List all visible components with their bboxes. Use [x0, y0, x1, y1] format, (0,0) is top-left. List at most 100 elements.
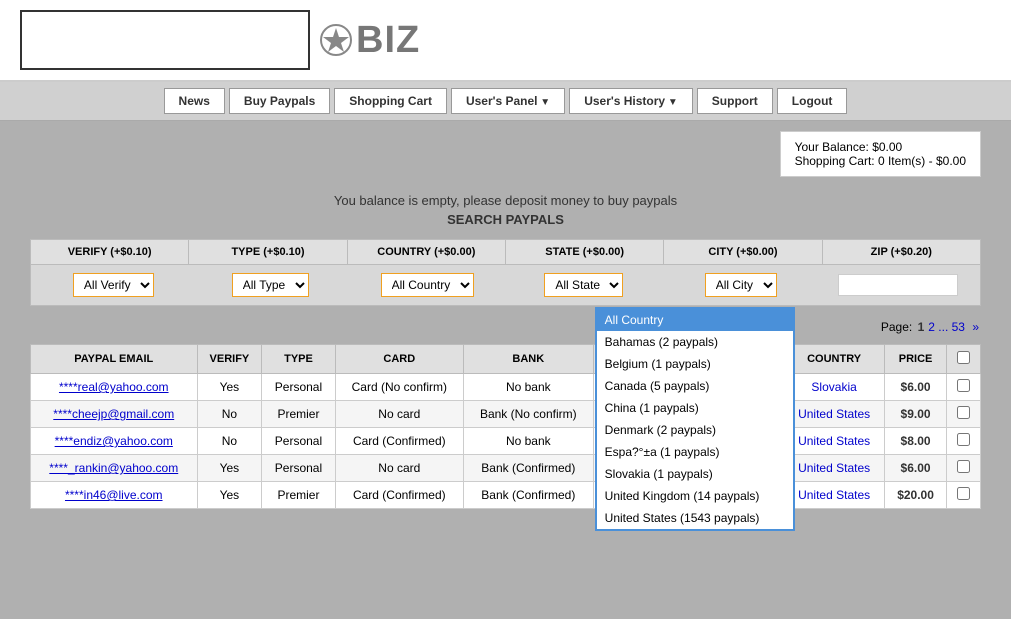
cell-country: Slovakia [783, 374, 885, 401]
results-table-section: PAYPAL EMAIL VERIFY TYPE CARD BANK BALAN… [30, 344, 981, 509]
email-link[interactable]: ****endiz@yahoo.com [55, 434, 173, 448]
city-filter-cell: All City [662, 271, 819, 299]
cell-email: ****endiz@yahoo.com [31, 428, 198, 455]
search-title: SEARCH PAYPALS [0, 212, 1011, 227]
nav-support[interactable]: Support [697, 88, 773, 114]
cell-price: $6.00 [885, 374, 946, 401]
type-select[interactable]: All Type [232, 273, 309, 297]
cell-bank: No bank [463, 374, 593, 401]
logo-search-box [20, 10, 310, 70]
nav-users-history[interactable]: User's History [569, 88, 693, 114]
city-select[interactable]: All City [705, 273, 777, 297]
balance-box: Your Balance: $0.00 Shopping Cart: 0 Ite… [780, 131, 981, 177]
table-row: ****real@yahoo.com Yes Personal Card (No… [31, 374, 981, 401]
select-all-checkbox[interactable] [957, 351, 970, 364]
nav-buy-paypals[interactable]: Buy Paypals [229, 88, 330, 114]
table-row: ****endiz@yahoo.com No Personal Card (Co… [31, 428, 981, 455]
row-checkbox[interactable] [957, 379, 970, 392]
country-filter-cell: All Country All Country Bahamas (2 paypa… [349, 271, 506, 299]
filter-header-type: TYPE (+$0.10) [189, 240, 347, 265]
dd-canada[interactable]: Canada (5 paypals) [597, 375, 793, 397]
dd-espana[interactable]: Espa?°±a (1 paypals) [597, 441, 793, 463]
country-link[interactable]: Slovakia [811, 380, 856, 394]
row-checkbox[interactable] [957, 487, 970, 500]
cell-card: No card [335, 455, 463, 482]
cell-bank: Bank (Confirmed) [463, 482, 593, 509]
cell-country: United States [783, 428, 885, 455]
nav-logout[interactable]: Logout [777, 88, 848, 114]
pagination: Page: 1 2 ... 53 » [0, 316, 1011, 338]
th-email: PAYPAL EMAIL [31, 345, 198, 374]
cell-price: $20.00 [885, 482, 946, 509]
dd-china[interactable]: China (1 paypals) [597, 397, 793, 419]
cell-email: ****real@yahoo.com [31, 374, 198, 401]
country-link[interactable]: United States [798, 488, 870, 502]
row-checkbox[interactable] [957, 433, 970, 446]
dd-all-country[interactable]: All Country [597, 309, 793, 331]
th-price: PRICE [885, 345, 946, 374]
verify-select[interactable]: All Verify [73, 273, 154, 297]
site-logo: BIZ [320, 19, 420, 62]
info-bar: You balance is empty, please deposit mon… [0, 187, 1011, 229]
cell-type: Premier [262, 482, 335, 509]
dd-us[interactable]: United States (1543 paypals) [597, 507, 793, 529]
email-link[interactable]: ****_rankin@yahoo.com [49, 461, 178, 475]
cell-price: $8.00 [885, 428, 946, 455]
row-checkbox[interactable] [957, 406, 970, 419]
dd-slovakia[interactable]: Slovakia (1 paypals) [597, 463, 793, 485]
next-pages[interactable]: 2 ... 53 [928, 320, 965, 334]
filter-row: All Verify All Type All Country All Coun… [31, 265, 980, 305]
type-filter-cell: All Type [192, 271, 349, 299]
cell-email: ****_rankin@yahoo.com [31, 455, 198, 482]
cell-type: Personal [262, 428, 335, 455]
cell-country: United States [783, 482, 885, 509]
cell-checkbox [946, 455, 980, 482]
dd-uk[interactable]: United Kingdom (14 paypals) [597, 485, 793, 507]
state-select[interactable]: All State [544, 273, 623, 297]
country-link[interactable]: United States [798, 407, 870, 421]
cell-verify: No [197, 401, 262, 428]
country-link[interactable]: United States [798, 461, 870, 475]
filter-header-verify: VERIFY (+$0.10) [31, 240, 189, 265]
email-link[interactable]: ****real@yahoo.com [59, 380, 169, 394]
table-row: ****in46@live.com Yes Premier Card (Conf… [31, 482, 981, 509]
th-type: TYPE [262, 345, 335, 374]
deposit-message: You balance is empty, please deposit mon… [0, 193, 1011, 208]
dd-denmark[interactable]: Denmark (2 paypals) [597, 419, 793, 441]
filter-header-country: COUNTRY (+$0.00) [348, 240, 506, 265]
cell-price: $9.00 [885, 401, 946, 428]
logo-text: BIZ [356, 19, 420, 62]
results-table: PAYPAL EMAIL VERIFY TYPE CARD BANK BALAN… [30, 344, 981, 509]
star-icon [320, 24, 352, 56]
table-row: ****cheejp@gmail.com No Premier No card … [31, 401, 981, 428]
cell-bank: No bank [463, 428, 593, 455]
header: BIZ [0, 0, 1011, 82]
cell-checkbox [946, 374, 980, 401]
email-link[interactable]: ****cheejp@gmail.com [53, 407, 174, 421]
row-checkbox[interactable] [957, 460, 970, 473]
zip-input[interactable] [838, 274, 958, 296]
country-link[interactable]: United States [798, 434, 870, 448]
nav-users-panel[interactable]: User's Panel [451, 88, 565, 114]
country-select[interactable]: All Country [381, 273, 474, 297]
cell-card: Card (Confirmed) [335, 482, 463, 509]
next-arrow[interactable]: » [972, 320, 979, 334]
nav-news[interactable]: News [164, 88, 225, 114]
cell-type: Personal [262, 455, 335, 482]
th-select-all[interactable] [946, 345, 980, 374]
verify-filter-cell: All Verify [35, 271, 192, 299]
dd-bahamas[interactable]: Bahamas (2 paypals) [597, 331, 793, 353]
filter-headers: VERIFY (+$0.10) TYPE (+$0.10) COUNTRY (+… [31, 240, 980, 265]
table-row: ****_rankin@yahoo.com Yes Personal No ca… [31, 455, 981, 482]
cell-price: $6.00 [885, 455, 946, 482]
nav-shopping-cart[interactable]: Shopping Cart [334, 88, 447, 114]
dd-belgium[interactable]: Belgium (1 paypals) [597, 353, 793, 375]
cell-country: United States [783, 455, 885, 482]
country-dropdown: All Country Bahamas (2 paypals) Belgium … [595, 307, 795, 531]
cell-verify: Yes [197, 374, 262, 401]
cell-bank: Bank (No confirm) [463, 401, 593, 428]
th-verify: VERIFY [197, 345, 262, 374]
cell-type: Premier [262, 401, 335, 428]
email-link[interactable]: ****in46@live.com [65, 488, 163, 502]
cell-checkbox [946, 482, 980, 509]
